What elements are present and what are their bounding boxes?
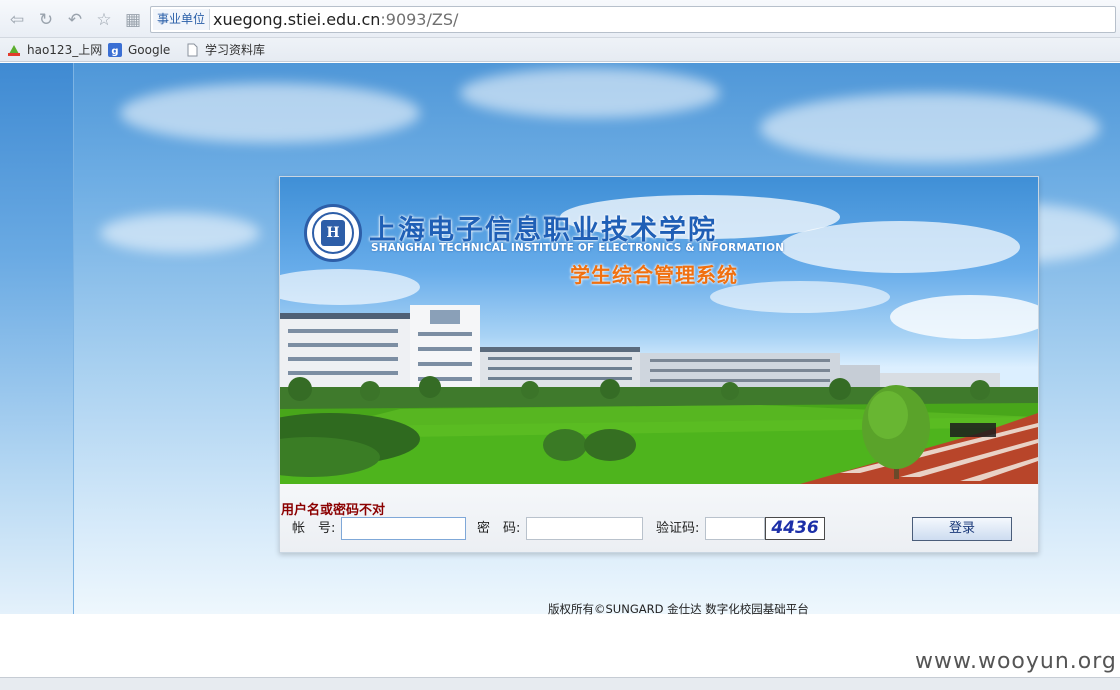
school-name-en: SHANGHAI TECHNICAL INSTITUTE OF ELECTRON… [371,242,785,254]
hao123-icon [7,43,21,57]
browser-status-bar [0,677,1120,690]
url-path: :9093/ZS/ [380,10,459,29]
apps-grid-icon[interactable]: ▦ [122,9,144,31]
bookmark-google[interactable]: g Google [108,41,170,59]
undo-close-icon[interactable]: ↶ [64,9,86,31]
left-decor-strip [0,63,74,614]
account-input[interactable] [341,517,466,540]
captcha-label: 验证码: [656,521,700,536]
bookmark-label: 学习资料库 [205,43,266,57]
star-icon[interactable]: ☆ [93,9,115,31]
page-viewport: H 上海电子信息职业技术学院 SHANGHAI TECHNICAL INSTIT… [0,63,1120,677]
login-error-message: 用户名或密码不对 [281,503,386,518]
account-label: 帐 号: [292,521,336,536]
back-icon[interactable]: ⇦ [6,9,28,31]
captcha-input[interactable] [705,517,765,540]
bookmarks-bar: hao123_上网 g Google 学习资料库 [0,38,1120,62]
site-badge[interactable]: 事业单位 [153,9,211,30]
campus-banner: H 上海电子信息职业技术学院 SHANGHAI TECHNICAL INSTIT… [280,177,1038,484]
login-panel: H 上海电子信息职业技术学院 SHANGHAI TECHNICAL INSTIT… [279,176,1039,553]
address-bar[interactable]: 事业单位 xuegong.stiei.edu.cn:9093/ZS/ [150,6,1116,33]
copyright-text: 版权所有©SUNGARD 金仕达 数字化校园基础平台 [548,602,809,616]
svg-text:g: g [111,46,118,57]
browser-toolbar: ⇦ ↻ ↶ ☆ ▦ 事业单位 xuegong.stiei.edu.cn:9093… [0,0,1120,38]
captcha-image[interactable]: 4436 [765,517,825,540]
bookmark-study[interactable]: 学习资料库 [185,41,265,59]
watermark: www.wooyun.org [915,649,1117,674]
google-icon: g [108,43,122,57]
bookmark-hao123[interactable]: hao123_上网 [7,41,102,59]
system-title: 学生综合管理系统 [570,263,738,287]
login-button[interactable]: 登录 [912,517,1012,541]
url-text[interactable]: xuegong.stiei.edu.cn:9093/ZS/ [213,10,458,30]
logo-emblem: H [321,220,345,246]
url-host: xuegong.stiei.edu.cn [213,10,381,29]
page-icon [185,43,199,57]
password-label: 密 码: [477,521,521,536]
password-input[interactable] [526,517,643,540]
bookmark-label: hao123_上网 [27,43,103,57]
login-form: 用户名或密码不对 帐 号: 密 码: 验证码: 4436 登录 [280,484,1038,552]
refresh-icon[interactable]: ↻ [35,9,57,31]
school-logo: H [304,204,362,262]
bookmark-label: Google [128,43,171,57]
